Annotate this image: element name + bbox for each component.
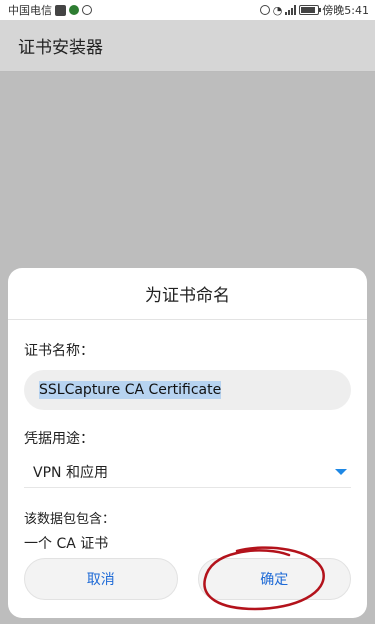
dropdown-arrow-icon <box>335 468 347 475</box>
alarm-icon <box>259 5 270 15</box>
status-right: ◔ 傍晚5:41 <box>259 2 369 18</box>
app-bar: 证书安装器 <box>0 20 375 72</box>
dialog-title: 为证书命名 <box>8 268 367 320</box>
credential-use-select[interactable]: VPN 和应用 <box>24 456 351 488</box>
dialog-body: 证书名称： SSLCapture CA Certificate 凭据用途： VP… <box>8 340 367 553</box>
wifi-icon: ◔ <box>272 3 283 17</box>
certificate-name-value: SSLCapture CA Certificate <box>39 381 222 399</box>
package-contains-value: 一个 CA 证书 <box>24 536 109 552</box>
carrier-label: 中国电信 <box>8 4 52 17</box>
app-notification-icon <box>69 5 79 15</box>
signal-icon <box>285 5 297 15</box>
status-left: 中国电信 <box>8 2 92 18</box>
status-bar: 中国电信 ◔ 傍晚5:41 <box>0 0 375 20</box>
name-certificate-dialog: 为证书命名 证书名称： SSLCapture CA Certificate 凭据… <box>8 268 367 618</box>
package-contains-label: 该数据包包含： <box>24 512 116 527</box>
credential-use-value: VPN 和应用 <box>33 464 108 481</box>
message-icon <box>82 5 92 15</box>
clock-time: 傍晚5:41 <box>322 4 369 17</box>
app-title: 证书安装器 <box>18 38 103 58</box>
dialog-buttons: 取消 确定 <box>24 558 351 600</box>
credential-use-label: 凭据用途： <box>24 431 94 447</box>
ok-button[interactable]: 确定 <box>197 558 351 600</box>
gallery-icon <box>55 4 66 16</box>
certificate-name-label: 证书名称： <box>24 343 94 359</box>
certificate-name-input[interactable]: SSLCapture CA Certificate <box>24 370 351 410</box>
cancel-button[interactable]: 取消 <box>24 558 178 600</box>
battery-icon <box>299 5 322 15</box>
